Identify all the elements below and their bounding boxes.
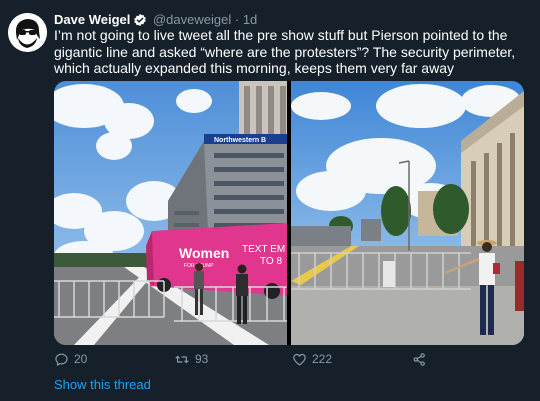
bus-text-right-2: TO 8 (260, 256, 282, 267)
reply-count: 20 (74, 352, 88, 366)
tweet-media: Northwestern B Women FOR TRUMP TEXT EM T… (54, 81, 524, 345)
retweet-count: 93 (195, 352, 209, 366)
bus-text-right-1: TEXT EM (242, 244, 285, 255)
retweet-button[interactable]: 93 (174, 350, 208, 368)
bus-text-main: Women (179, 245, 229, 261)
like-count: 222 (312, 352, 333, 366)
person-edge (515, 261, 524, 311)
building-sign: Northwestern B (214, 137, 266, 144)
retweet-icon (174, 352, 190, 367)
avatar[interactable] (8, 13, 47, 52)
reply-icon (54, 352, 69, 367)
separator-dot: · (234, 12, 240, 27)
photo-bus-barricades[interactable]: Northwestern B Women FOR TRUMP TEXT EM T… (54, 81, 287, 345)
author-name[interactable]: Dave Weigel (54, 12, 130, 27)
timestamp[interactable]: 1d (243, 12, 257, 27)
photo-perimeter-fence[interactable] (291, 81, 524, 345)
share-icon (412, 352, 427, 367)
heart-icon (292, 352, 307, 367)
share-button[interactable] (412, 350, 427, 368)
like-button[interactable]: 222 (292, 350, 332, 368)
tweet-actions: 20 93 222 (54, 350, 524, 370)
author-handle[interactable]: @daveweigel (153, 12, 231, 27)
tweet-text: I’m not going to live tweet all the pre … (54, 27, 516, 77)
show-thread-link[interactable]: Show this thread (54, 377, 151, 392)
reply-button[interactable]: 20 (54, 350, 87, 368)
tweet[interactable]: Dave Weigel @daveweigel · 1d I’m not goi… (0, 0, 540, 401)
